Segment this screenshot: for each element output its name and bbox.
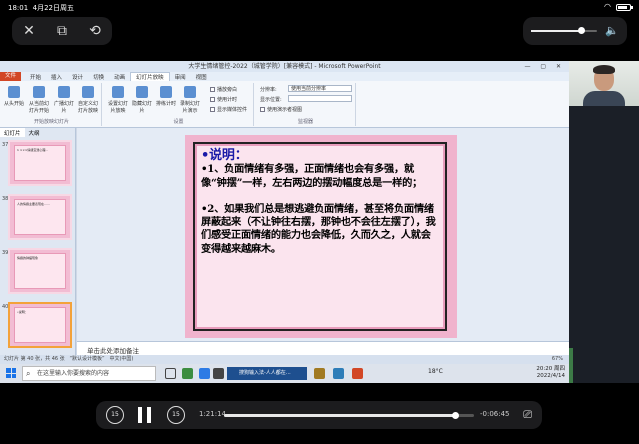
- slide-thumbnail[interactable]: 39 情绪的钟摆现象: [2, 248, 72, 294]
- slide-thumbnail[interactable]: 37 1 ×××情绪宣泄心理...: [2, 140, 72, 186]
- play-narrations-checkbox[interactable]: 播放旁白: [210, 86, 237, 93]
- show-on-label: 显示位置:: [260, 97, 282, 103]
- rotate-lock-icon[interactable]: ⟲: [89, 24, 101, 38]
- menu-animations[interactable]: 动画: [109, 73, 130, 81]
- taskbar-clock[interactable]: 20:20 周四 2022/4/14: [536, 366, 565, 380]
- group-label-start: 开始放映幻灯片: [33, 119, 69, 125]
- speaker-icon[interactable]: 🔈: [605, 24, 619, 37]
- ipad-video-player: 18:01 4月22日周五 ◠ ✕ ⧉ ⟲ 🔈 大学生情绪管控-2022（城管学…: [0, 0, 639, 444]
- use-timings-checkbox[interactable]: 使用计时: [210, 96, 237, 103]
- zoom-level[interactable]: 67%: [552, 355, 563, 364]
- taskbar-search-box[interactable]: ⌕ 在这里输入你要搜索的内容: [22, 366, 156, 381]
- slide-heading: •说明：: [201, 148, 248, 163]
- broadcast-button[interactable]: 广播幻灯片: [54, 86, 74, 114]
- setup-show-button[interactable]: 设置幻灯片放映: [108, 86, 128, 114]
- player-top-controls: ✕ ⧉ ⟲: [12, 17, 112, 45]
- slide-editing-area: •说明： •1、负面情绪有多强，正面情绪也会有多强，就像“钟摆”一样，左右两边的…: [77, 128, 569, 341]
- record-show-button[interactable]: 录制幻灯片演示: [180, 86, 200, 114]
- menu-review[interactable]: 审阅: [170, 73, 191, 81]
- slide-thumbnail[interactable]: 38 人的情绪主要表现在……: [2, 194, 72, 240]
- window-title: 大学生情绪管控-2022（城管学院）[兼容模式] - Microsoft Pow…: [188, 63, 381, 70]
- battery-icon: [616, 4, 633, 11]
- group-label-setup: 设置: [173, 119, 184, 125]
- slide-thumbnail-pane: 幻灯片 大纲 37 1 ×××情绪宣泄心理... 38 人的情绪主要表现在…… …: [0, 128, 76, 364]
- from-current-button[interactable]: 从当前幻灯片开始: [27, 86, 51, 114]
- ppt-titlebar: 大学生情绪管控-2022（城管学院）[兼容模式] - Microsoft Pow…: [0, 61, 569, 72]
- slide-counter: 幻灯片 第 40 张，共 46 张: [4, 356, 65, 362]
- app-icon[interactable]: [333, 368, 344, 379]
- slide-paragraph-1: •1、负面情绪有多强，正面情绪也会有多强，就像“钟摆”一样，左右两边的摆动幅度总…: [201, 163, 423, 189]
- picture-in-picture-icon[interactable]: ⧉: [57, 24, 67, 38]
- current-slide[interactable]: •说明： •1、负面情绪有多强，正面情绪也会有多强，就像“钟摆”一样，左右两边的…: [185, 135, 457, 338]
- menu-slideshow[interactable]: 幻灯片放映: [130, 72, 170, 81]
- weather-temperature[interactable]: 18°C: [428, 368, 443, 375]
- menu-design[interactable]: 设计: [67, 73, 88, 81]
- wifi-icon: ◠: [604, 2, 611, 11]
- presenter-webcam: [569, 61, 639, 106]
- powerpoint-icon[interactable]: [352, 368, 363, 379]
- menu-view[interactable]: 视图: [191, 73, 212, 81]
- presenter-view-checkbox[interactable]: 使用演示者视图: [260, 106, 302, 113]
- windows-taskbar: ⌕ 在这里输入你要搜索的内容 搜狗输入法-人人都在… 18°C 20:20 周四…: [0, 364, 569, 383]
- from-beginning-button[interactable]: 从头开始: [4, 86, 24, 107]
- volume-slider-fill: [531, 30, 581, 32]
- ppt-menu-bar: 文件 开始 插入 设计 切换 动画 幻灯片放映 审阅 视图: [0, 72, 569, 81]
- airplay-icon[interactable]: ⎚: [523, 408, 532, 422]
- slide-thumbnail-selected[interactable]: 40 •说明：: [2, 302, 72, 348]
- hide-slide-button[interactable]: 隐藏幻灯片: [132, 86, 152, 114]
- skip-forward-icon[interactable]: 15: [167, 406, 185, 424]
- menu-home[interactable]: 开始: [25, 73, 46, 81]
- slide-content-board: •说明： •1、负面情绪有多强，正面情绪也会有多强，就像“钟摆”一样，左右两边的…: [193, 142, 447, 331]
- app-icon[interactable]: [314, 368, 325, 379]
- status-time: 18:01 4月22日周五: [8, 4, 75, 12]
- ppt-ribbon: 从头开始 从当前幻灯片开始 广播幻灯片 自定义幻灯片放映 开始放映幻灯片 设置幻…: [0, 81, 569, 128]
- app-icon[interactable]: [182, 368, 193, 379]
- show-media-controls-checkbox[interactable]: 显示媒体控件: [210, 106, 247, 113]
- playback-controls: 15 15 1:21:14 -0:06:45 ⎚: [96, 401, 542, 429]
- shared-screen: 大学生情绪管控-2022（城管学院）[兼容模式] - Microsoft Pow…: [0, 61, 639, 383]
- search-icon: ⌕: [26, 369, 31, 378]
- progress-knob[interactable]: [451, 412, 459, 419]
- slide-paragraph-2: •2、如果我们总是想逃避负面情绪，甚至将负面情绪屏蔽起来（不让钟往右摆，那钟也不…: [201, 202, 436, 255]
- pause-icon[interactable]: [138, 407, 152, 423]
- resolution-select[interactable]: 使用当前分辨率: [288, 85, 352, 92]
- resolution-label: 分辨率:: [260, 87, 277, 93]
- custom-show-button[interactable]: 自定义幻灯片放映: [78, 86, 98, 114]
- progress-track[interactable]: [224, 412, 474, 419]
- slide-text-body[interactable]: •说明： •1、负面情绪有多强，正面情绪也会有多强，就像“钟摆”一样，左右两边的…: [201, 149, 439, 269]
- windows-start-icon[interactable]: [6, 368, 16, 378]
- close-icon[interactable]: ✕: [23, 24, 35, 38]
- show-on-select[interactable]: [288, 95, 352, 102]
- volume-control: 🔈: [523, 17, 627, 45]
- ipad-status-bar: 18:01 4月22日周五 ◠: [0, 0, 639, 14]
- task-view-icon[interactable]: [165, 368, 176, 379]
- remaining-time: -0:06:45: [480, 410, 510, 418]
- current-time: 1:21:14: [199, 410, 226, 418]
- rehearse-timings-button[interactable]: 排练计时: [156, 86, 176, 107]
- volume-slider-knob[interactable]: [577, 27, 585, 34]
- side-panel: [569, 106, 639, 383]
- menu-insert[interactable]: 插入: [46, 73, 67, 81]
- tab-outline[interactable]: 大纲: [25, 128, 44, 137]
- language-indicator: 中文(中国): [109, 356, 134, 362]
- progress-fill: [224, 414, 455, 417]
- menu-file[interactable]: 文件: [0, 72, 22, 81]
- taskbar-edge-window[interactable]: 搜狗输入法-人人都在…: [227, 367, 307, 380]
- group-label-monitor: 监视器: [297, 119, 313, 125]
- menu-transitions[interactable]: 切换: [88, 73, 109, 81]
- tab-slides[interactable]: 幻灯片: [0, 128, 25, 137]
- app-icon[interactable]: [199, 368, 210, 379]
- app-icon[interactable]: [213, 368, 224, 379]
- pane-tabs: 幻灯片 大纲: [0, 128, 75, 137]
- theme-name: “默认设计模板”: [69, 356, 105, 362]
- ribbon-group-setup: 设置幻灯片放映 隐藏幻灯片 排练计时 录制幻灯片演示 播放旁白 使用计时 显示媒…: [104, 83, 254, 126]
- window-buttons[interactable]: — ▢ ✕: [524, 61, 565, 72]
- ribbon-group-start: 从头开始 从当前幻灯片开始 广播幻灯片 自定义幻灯片放映 开始放映幻灯片: [2, 83, 102, 126]
- skip-back-icon[interactable]: 15: [106, 406, 124, 424]
- notes-pane[interactable]: 单击此处添加备注: [77, 341, 569, 355]
- ppt-status-bar: 幻灯片 第 40 张，共 46 张 “默认设计模板” 中文(中国) 67%: [0, 355, 569, 364]
- ribbon-group-monitor: 分辨率: 使用当前分辨率 显示位置: 使用演示者视图 监视器: [256, 83, 356, 126]
